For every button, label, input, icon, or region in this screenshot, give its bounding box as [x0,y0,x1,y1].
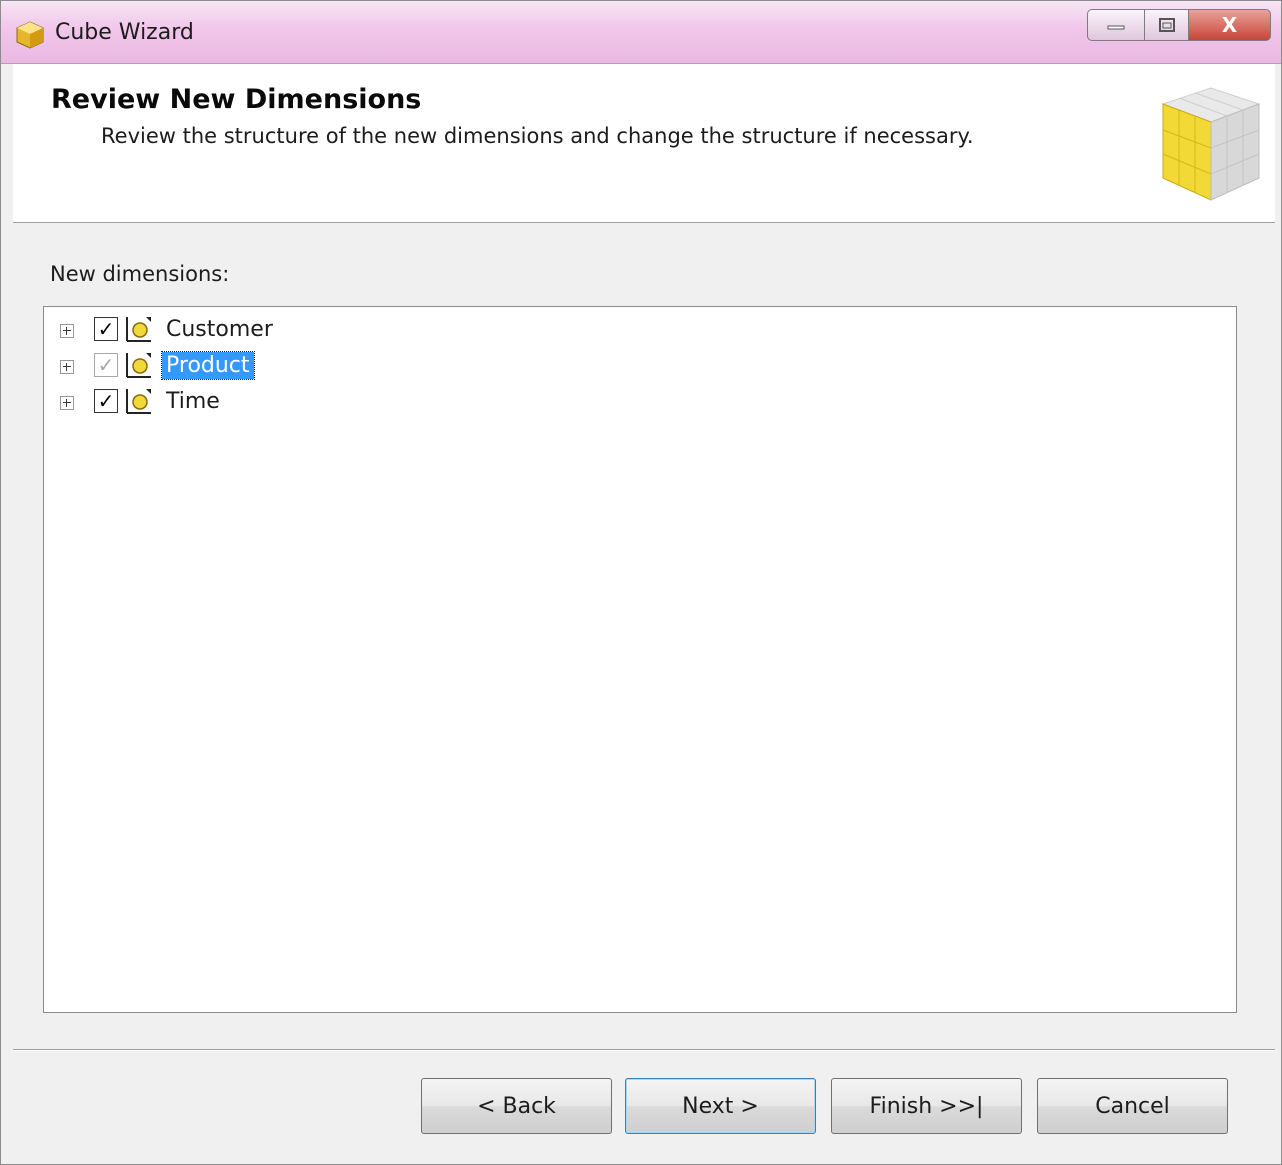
maximize-icon [1158,18,1175,32]
cancel-button[interactable]: Cancel [1037,1078,1228,1134]
title-bar[interactable]: Cube Wizard X [1,1,1281,64]
tree-item-label: Customer [166,316,273,342]
back-button[interactable]: < Back [421,1078,612,1134]
wizard-header: Review New Dimensions Review the structu… [13,64,1275,223]
close-button[interactable]: X [1189,9,1271,41]
dimensions-tree[interactable]: ✓ Customer ✓ Product ✓ Time [43,306,1237,1013]
cube-graphic-icon [1161,87,1261,201]
expand-icon[interactable] [60,359,74,374]
tree-item-time[interactable]: ✓ Time [60,385,224,417]
footer-divider [13,1049,1275,1051]
cube-icon [16,21,44,49]
close-icon: X [1221,13,1238,37]
window-controls: X [1087,9,1271,41]
expand-icon[interactable] [60,395,74,410]
cube-wizard-window: Cube Wizard X Review New Dimensions Revi… [0,0,1282,1165]
window-title: Cube Wizard [55,20,194,45]
checkbox-customer[interactable]: ✓ [94,317,118,341]
dimension-icon [126,353,151,378]
page-title: Review New Dimensions [51,84,422,115]
minimize-button[interactable] [1087,9,1145,41]
checkbox-time[interactable]: ✓ [94,389,118,413]
tree-item-label: Product [161,350,255,380]
maximize-button[interactable] [1145,9,1189,41]
new-dimensions-label: New dimensions: [50,262,230,286]
tree-item-customer[interactable]: ✓ Customer [60,313,277,345]
dimension-icon [126,389,151,414]
tree-item-product[interactable]: ✓ Product [60,349,255,381]
dimension-icon [126,317,151,342]
checkbox-product[interactable]: ✓ [94,353,118,377]
expand-icon[interactable] [60,323,74,338]
tree-item-label: Time [166,388,220,414]
finish-button[interactable]: Finish >>| [831,1078,1022,1134]
minimize-icon [1107,25,1125,30]
next-button[interactable]: Next > [625,1078,816,1134]
page-description: Review the structure of the new dimensio… [101,124,974,148]
